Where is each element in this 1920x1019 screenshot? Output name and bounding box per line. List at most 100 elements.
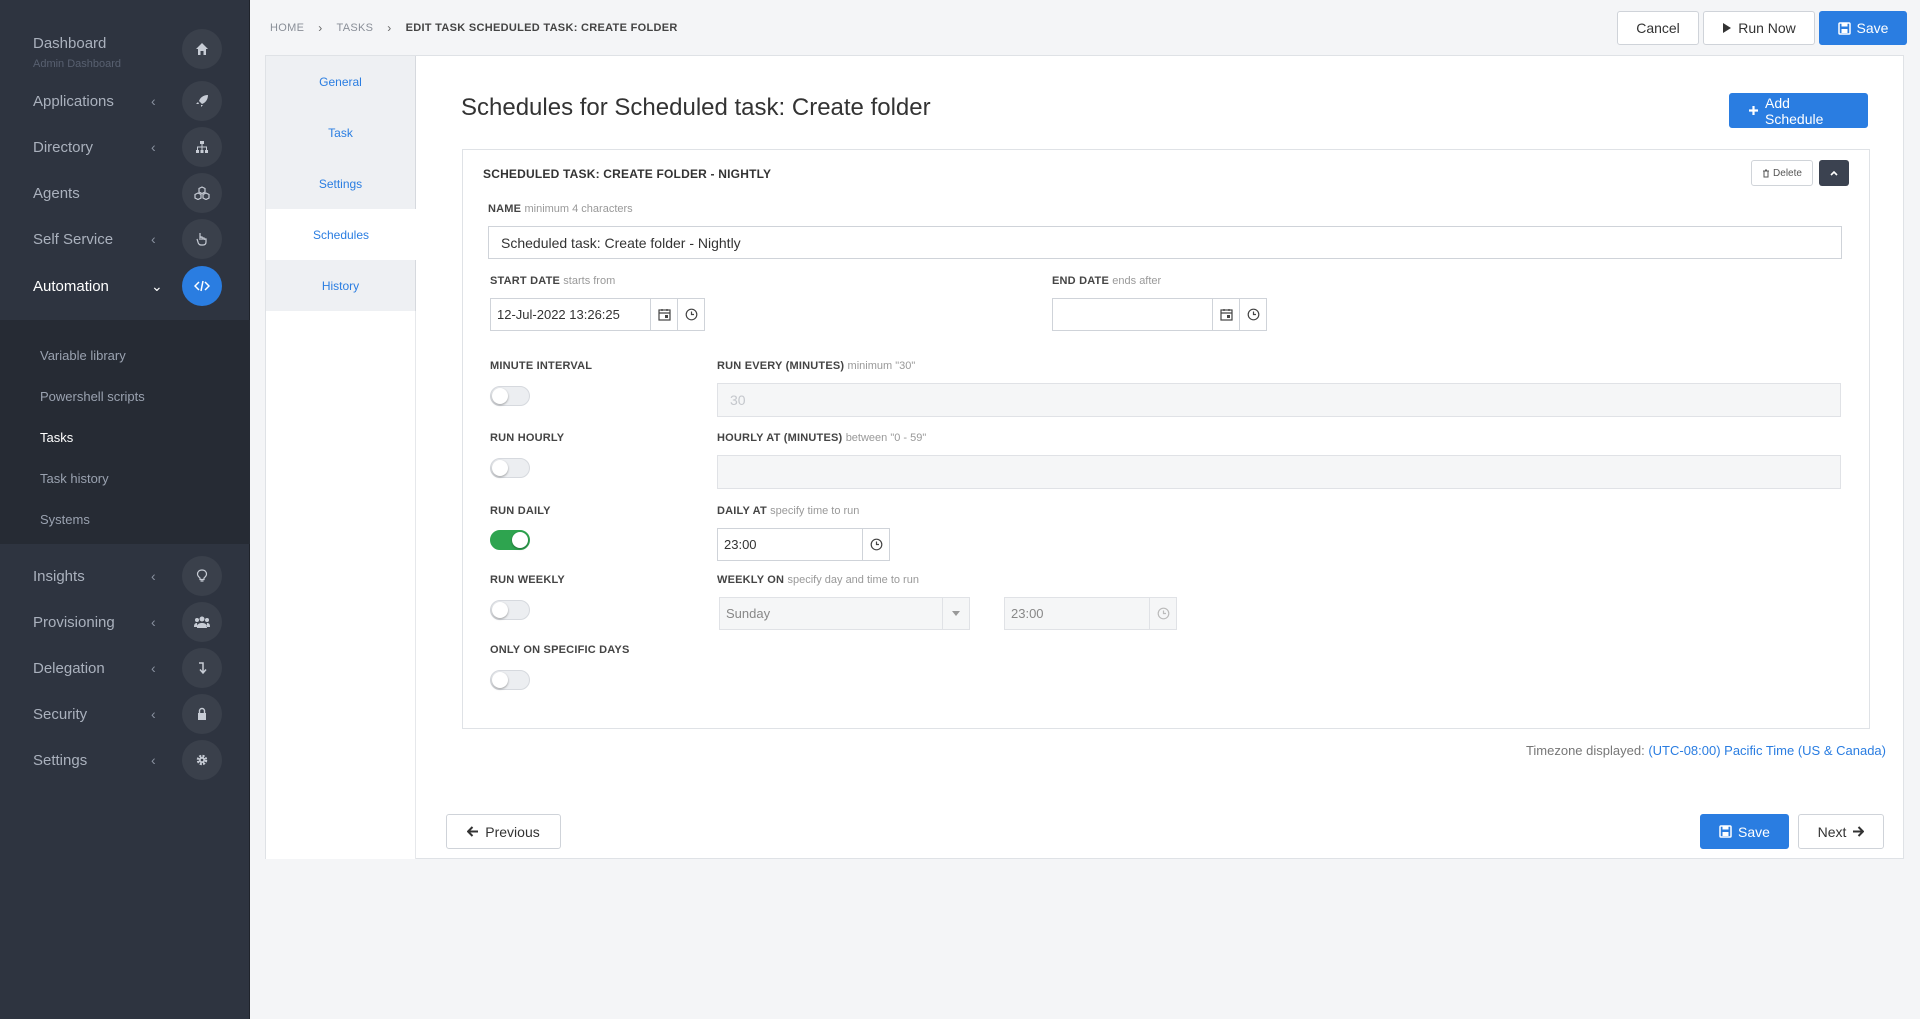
start-date-hint: starts from <box>563 275 616 287</box>
breadcrumb-tasks[interactable]: TASKS <box>337 22 374 34</box>
run-every-hint: minimum "30" <box>847 360 916 372</box>
floppy-icon <box>1719 825 1732 838</box>
tab-general[interactable]: General <box>266 56 416 108</box>
submenu-item-tasks[interactable]: Tasks <box>40 430 73 445</box>
run-daily-toggle[interactable] <box>490 530 530 550</box>
toggle-knob <box>492 672 508 688</box>
clock-icon[interactable] <box>1239 298 1267 331</box>
trash-icon <box>1762 169 1770 178</box>
next-button[interactable]: Next <box>1798 814 1884 849</box>
run-every-label-text: RUN EVERY (MINUTES) <box>717 360 845 372</box>
arrow-right-icon <box>1852 826 1865 837</box>
tab-task[interactable]: Task <box>266 107 416 159</box>
caret-down-icon[interactable] <box>942 597 970 630</box>
gear-icon <box>182 740 222 780</box>
collapse-button[interactable] <box>1819 160 1849 186</box>
submenu-item-systems[interactable]: Systems <box>40 512 90 527</box>
sidebar-item-provisioning[interactable]: Provisioning ‹ <box>0 599 250 645</box>
tab-schedules[interactable]: Schedules <box>266 209 416 261</box>
sidebar-item-applications[interactable]: Applications ‹ <box>0 78 250 124</box>
run-hourly-toggle[interactable] <box>490 458 530 478</box>
daily-at-label-text: DAILY AT <box>717 505 767 517</box>
run-weekly-label: RUN WEEKLY <box>490 574 565 586</box>
chevron-left-icon: ‹ <box>151 93 156 109</box>
top-actions: Cancel Run Now Save <box>1617 11 1907 45</box>
plus-icon <box>1748 105 1759 116</box>
name-hint: minimum 4 characters <box>524 203 633 215</box>
tab-history[interactable]: History <box>266 260 416 312</box>
sidebar-item-delegation[interactable]: Delegation ‹ <box>0 645 250 691</box>
toggle-knob <box>492 602 508 618</box>
minute-interval-toggle[interactable] <box>490 386 530 406</box>
weekly-day-value: Sunday <box>726 606 771 621</box>
specific-days-toggle[interactable] <box>490 670 530 690</box>
save-button[interactable]: Save <box>1700 814 1789 849</box>
tab-settings[interactable]: Settings <box>266 158 416 210</box>
tabs-background <box>266 311 416 859</box>
add-schedule-label: Add Schedule <box>1765 94 1824 127</box>
sidebar-item-self-service[interactable]: Self Service ‹ <box>0 216 250 262</box>
timezone-link[interactable]: (UTC-08:00) Pacific Time (US & Canada) <box>1648 743 1886 758</box>
submenu-item-variable-library[interactable]: Variable library <box>40 348 126 363</box>
cancel-button[interactable]: Cancel <box>1617 11 1699 45</box>
sidebar-item-dashboard[interactable]: Dashboard Admin Dashboard <box>0 26 250 72</box>
sidebar-item-agents[interactable]: Agents <box>0 170 250 216</box>
sidebar-item-sublabel: Admin Dashboard <box>33 58 122 70</box>
clock-icon[interactable] <box>1149 597 1177 630</box>
save-button-top[interactable]: Save <box>1819 11 1907 45</box>
previous-label: Previous <box>485 823 540 840</box>
hourly-at-label-text: HOURLY AT (MINUTES) <box>717 432 843 444</box>
weekly-on-label-text: WEEKLY ON <box>717 574 785 586</box>
sidebar-item-label: Agents <box>33 184 80 202</box>
run-weekly-toggle[interactable] <box>490 600 530 620</box>
schedule-panel: SCHEDULED TASK: CREATE FOLDER - NIGHTLY … <box>462 149 1870 729</box>
weekly-on-label: WEEKLY ON specify day and time to run <box>717 574 919 586</box>
hourly-at-hint: between "0 - 59" <box>845 432 927 444</box>
code-icon <box>182 266 222 306</box>
chevron-left-icon: ‹ <box>151 568 156 584</box>
clock-icon[interactable] <box>862 528 890 561</box>
daily-at-input[interactable]: 23:00 <box>717 528 863 561</box>
toggle-knob <box>492 388 508 404</box>
home-icon <box>182 29 222 69</box>
run-now-button[interactable]: Run Now <box>1703 11 1815 45</box>
weekly-time-input[interactable]: 23:00 <box>1004 597 1150 630</box>
next-label: Next <box>1817 823 1847 840</box>
start-date-label: START DATE starts from <box>490 275 615 287</box>
weekly-day-select[interactable]: Sunday <box>719 597 943 630</box>
sidebar-item-insights[interactable]: Insights ‹ <box>0 553 250 599</box>
chevron-left-icon: ‹ <box>151 614 156 630</box>
automation-submenu: Variable library Powershell scripts Task… <box>0 320 250 544</box>
hourly-at-input[interactable] <box>717 455 1841 489</box>
submenu-item-task-history[interactable]: Task history <box>40 471 109 486</box>
cubes-icon <box>182 173 222 213</box>
start-date-input[interactable]: 12-Jul-2022 13:26:25 <box>490 298 651 331</box>
end-date-hint: ends after <box>1112 275 1162 287</box>
end-date-label: END DATE ends after <box>1052 275 1161 287</box>
sidebar-item-automation[interactable]: Automation ⌄ <box>0 263 250 309</box>
previous-button[interactable]: Previous <box>446 814 561 849</box>
name-input[interactable]: Scheduled task: Create folder - Nightly <box>488 226 1842 259</box>
sidebar-item-label: Self Service <box>33 230 114 248</box>
sidebar-item-security[interactable]: Security ‹ <box>0 691 250 737</box>
sidebar-item-settings[interactable]: Settings ‹ <box>0 737 250 783</box>
sidebar-item-directory[interactable]: Directory ‹ <box>0 124 250 170</box>
cancel-label: Cancel <box>1636 20 1680 36</box>
breadcrumb-home[interactable]: HOME <box>270 22 304 34</box>
sidebar-item-label: Directory <box>33 138 94 156</box>
toggle-knob <box>512 532 528 548</box>
sidebar-item-label: Insights <box>33 567 85 585</box>
hourly-at-label: HOURLY AT (MINUTES) between "0 - 59" <box>717 432 926 444</box>
delete-button[interactable]: Delete <box>1751 160 1813 186</box>
active-tab-arrow <box>414 212 426 256</box>
clock-icon[interactable] <box>677 298 705 331</box>
run-every-input[interactable]: 30 <box>717 383 1841 417</box>
submenu-item-powershell-scripts[interactable]: Powershell scripts <box>40 389 145 404</box>
save-label: Save <box>1738 823 1770 840</box>
sidebar-item-label: Settings <box>33 751 88 769</box>
calendar-icon[interactable] <box>650 298 678 331</box>
end-date-input[interactable] <box>1052 298 1213 331</box>
add-schedule-button[interactable]: Add Schedule <box>1729 93 1868 128</box>
calendar-icon[interactable] <box>1212 298 1240 331</box>
sidebar: Dashboard Admin Dashboard Applications ‹… <box>0 0 250 1019</box>
